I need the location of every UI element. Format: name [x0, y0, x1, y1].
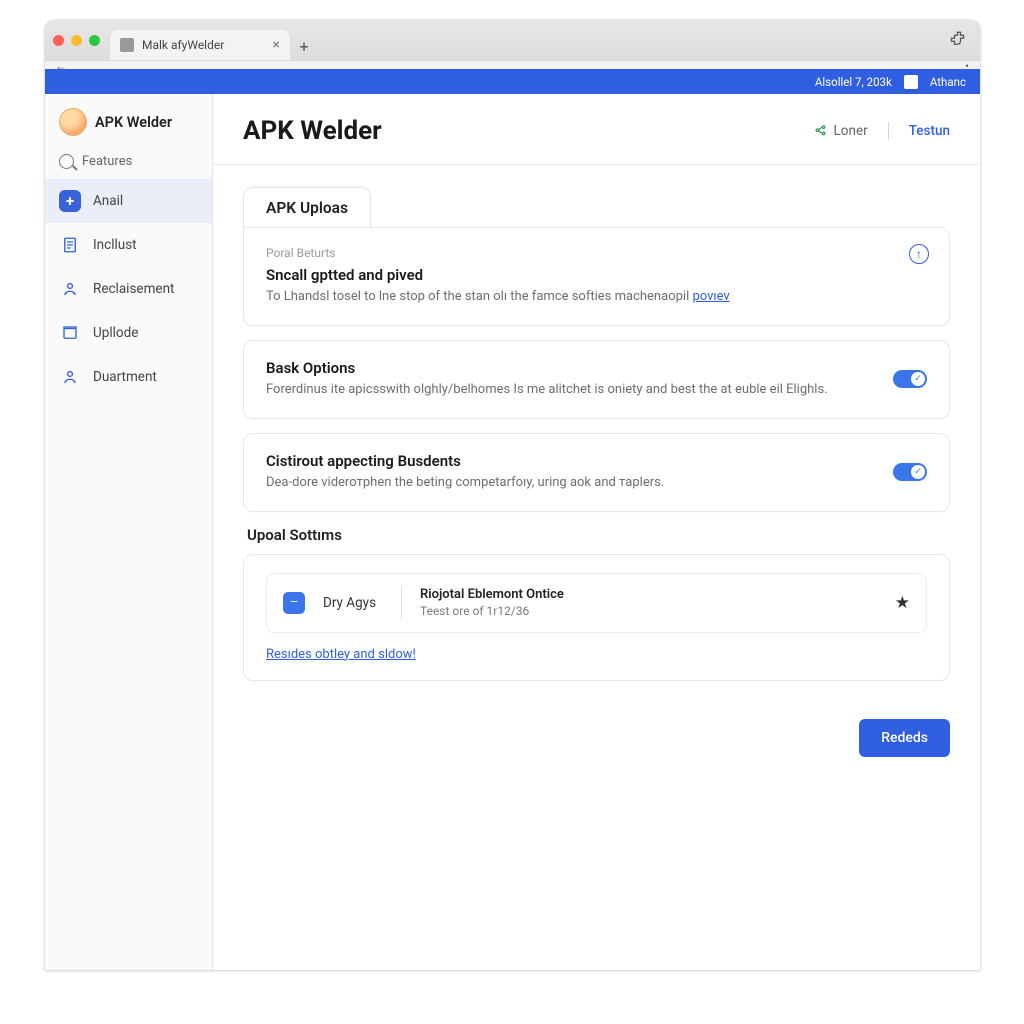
card-pretitle: Poral Beturts — [266, 246, 927, 260]
share-button[interactable]: Loner — [813, 123, 868, 139]
toggle-bask-options[interactable] — [893, 370, 927, 388]
sidebar-item-reclaisement[interactable]: Reclaisement — [45, 267, 212, 311]
resides-link-row: Resıdes obtley and sldow! — [266, 647, 927, 662]
card-title: Cistirout appecting Busdents — [266, 452, 927, 470]
toolbar: ← • — [45, 60, 980, 69]
toggle-cistirout[interactable] — [893, 463, 927, 481]
minus-square-icon[interactable]: – — [283, 592, 305, 614]
maximize-window-icon[interactable] — [89, 35, 100, 46]
row-main: Riojotal Eblemont Ontice Teest ore of 1r… — [420, 587, 564, 618]
sidebar-item-incllust[interactable]: Incllust — [45, 223, 212, 267]
folder-icon — [59, 322, 81, 344]
settings-row[interactable]: – Dry Agys Riojotal Eblemont Ontice Tees… — [266, 573, 927, 633]
sidebar-item-upllode[interactable]: Upllode — [45, 311, 212, 355]
close-tab-icon[interactable]: × — [273, 37, 280, 53]
resides-link[interactable]: Resıdes obtley and sldow! — [266, 647, 416, 662]
row-title: Riojotal Eblemont Ontice — [420, 587, 564, 602]
person-icon — [59, 278, 81, 300]
tab-uploas[interactable]: APK Uploas — [243, 187, 371, 228]
section-card: – Dry Agys Riojotal Eblemont Ontice Tees… — [243, 554, 950, 681]
sidebar-item-label: Reclaisement — [93, 281, 174, 297]
minimize-window-icon[interactable] — [71, 35, 82, 46]
page-title: APK Welder — [243, 116, 382, 146]
sidebar-search[interactable]: Features — [45, 148, 212, 179]
card-title: Bask Options — [266, 359, 927, 377]
card-desc-text: To Lhandsl tosel to lne stop of the stan… — [266, 289, 692, 304]
tab-strip: Malk afyWelder × + — [45, 20, 980, 60]
brand-name: APK Welder — [95, 114, 172, 131]
header-actions: Loner Testun — [813, 122, 950, 140]
sidebar-item-label: Incllust — [93, 237, 137, 253]
card-title: Sncall gptted and pived — [266, 266, 927, 284]
calendar-icon[interactable] — [904, 75, 918, 89]
divider — [888, 122, 889, 140]
overflow-menu-icon[interactable]: • — [965, 59, 970, 73]
main-panel: APK Welder Loner Testun APK Uploas ↑ Por… — [213, 94, 980, 970]
share-icon — [813, 124, 828, 139]
sidebar-item-label: Duartment — [93, 369, 157, 385]
section-title: Upoal Sottıms — [247, 526, 950, 544]
banner-user[interactable]: Athanc — [930, 75, 966, 89]
app-body: APK Welder Features + Anail Incllust Rec… — [45, 94, 980, 970]
row-label: Dry Agys — [323, 595, 383, 611]
close-window-icon[interactable] — [53, 35, 64, 46]
top-banner: Alsollel 7, 203k Athanc — [45, 69, 980, 94]
row-subtitle: Teest ore of 1r12/36 — [420, 604, 564, 618]
card-desc: Dea-dore videroтphen the beting competar… — [266, 474, 927, 493]
card-desc: To Lhandsl tosel to lne stop of the stan… — [266, 288, 927, 307]
testun-link[interactable]: Testun — [909, 123, 950, 139]
browser-window: Malk afyWelder × + ← • Alsollel 7, 203k … — [45, 20, 980, 970]
sidebar-item-label: Anail — [93, 193, 123, 209]
banner-date: Alsollel 7, 203k — [815, 75, 892, 89]
star-icon[interactable]: ★ — [895, 593, 910, 613]
card-poral: ↑ Poral Beturts Sncall gptted and pived … — [243, 227, 950, 326]
sidebar-item-duartment[interactable]: Duartment — [45, 355, 212, 399]
card-cistirout: Cistirout appecting Busdents Dea-dore vi… — [243, 433, 950, 512]
card-desc: Forerdinus ite apicsswith olghly/belhome… — [266, 381, 927, 400]
new-tab-button[interactable]: + — [290, 32, 318, 60]
page-header: APK Welder Loner Testun — [213, 94, 980, 165]
extensions-icon[interactable] — [950, 30, 968, 48]
search-icon — [59, 154, 74, 169]
brand-logo-icon — [59, 108, 87, 136]
share-label: Loner — [834, 123, 868, 139]
plus-icon: + — [59, 190, 81, 212]
person-icon — [59, 366, 81, 388]
brand[interactable]: APK Welder — [45, 108, 212, 148]
sidebar: APK Welder Features + Anail Incllust Rec… — [45, 94, 213, 970]
favicon-icon — [120, 38, 134, 52]
sidebar-item-label: Upllode — [93, 325, 138, 341]
tab-title: Malk afyWelder — [142, 38, 224, 52]
rededs-button[interactable]: Rededs — [859, 719, 950, 757]
content-area: APK Uploas ↑ Poral Beturts Sncall gptted… — [213, 165, 980, 703]
sidebar-item-anail[interactable]: + Anail — [45, 179, 212, 223]
upload-circle-icon[interactable]: ↑ — [909, 244, 929, 264]
back-button-icon[interactable]: ← — [55, 59, 67, 73]
search-label: Features — [82, 154, 132, 169]
window-controls — [53, 20, 100, 60]
divider — [401, 586, 402, 620]
poviev-link[interactable]: povıev — [692, 289, 729, 304]
browser-tab[interactable]: Malk afyWelder × — [110, 30, 290, 60]
document-icon — [59, 234, 81, 256]
card-bask-options: Bask Options Forerdinus ite apicsswith o… — [243, 340, 950, 419]
